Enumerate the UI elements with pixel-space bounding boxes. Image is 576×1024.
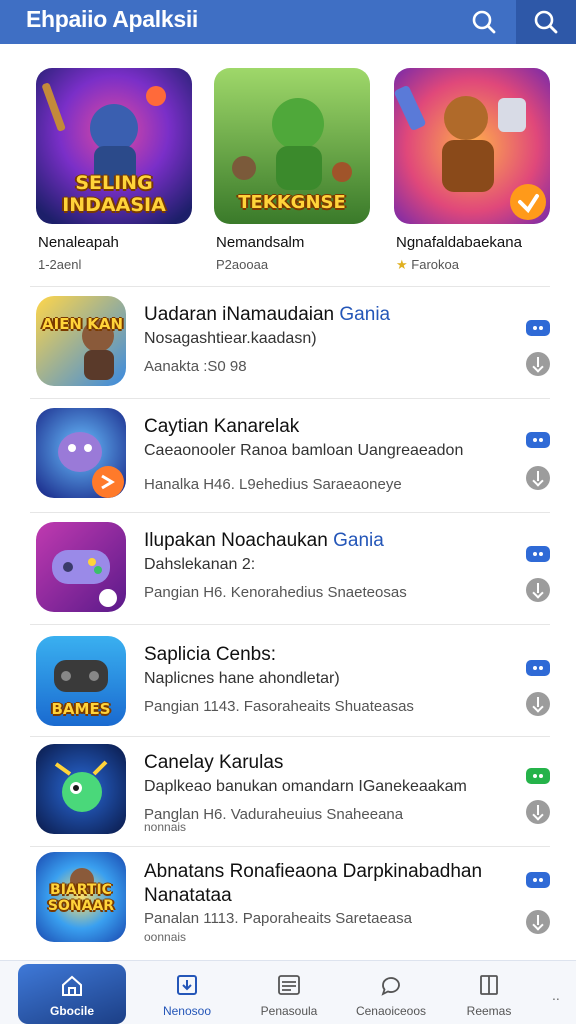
download-icon[interactable] bbox=[526, 578, 550, 602]
more-badge[interactable] bbox=[526, 432, 550, 448]
tab-library[interactable]: Reemas bbox=[434, 961, 544, 1024]
app-meta: Aanakta :S0 98 bbox=[144, 358, 247, 375]
tab-home[interactable]: Gbocile bbox=[18, 964, 126, 1024]
app-icon[interactable]: AIEN KAN bbox=[36, 296, 126, 386]
game-banner: SELING INDAASIA bbox=[62, 172, 166, 216]
app-title: Saplicia Cenbs: bbox=[144, 644, 277, 665]
more-badge[interactable] bbox=[526, 660, 550, 676]
divider bbox=[30, 624, 550, 625]
app-description: Dahslekanan 2: bbox=[144, 556, 256, 573]
home-icon bbox=[62, 975, 82, 996]
download-icon[interactable] bbox=[526, 800, 550, 824]
tab-label: Cenaoiceoos bbox=[355, 1004, 427, 1018]
star-icon: ★ bbox=[396, 257, 408, 272]
divider bbox=[30, 736, 550, 737]
app-icon[interactable]: BAMES bbox=[36, 636, 126, 726]
app-description: Caeaonooler Ranoa bamloan Uangreaeadon bbox=[144, 442, 464, 459]
more-badge[interactable] bbox=[526, 768, 550, 784]
divider bbox=[30, 512, 550, 513]
app-title: Caytian Kanarelak bbox=[144, 416, 300, 437]
app-meta: Pangian 1143. Fasoraheaits Shuateasas bbox=[144, 698, 414, 715]
app-meta: Panalan 1113. Paporaheaits Saretaeasa bbox=[144, 910, 412, 927]
tab-label: Reemas bbox=[466, 1004, 512, 1018]
featured-games: SELING INDAASIA Nenaleapah 1-2aenl TEKKGN… bbox=[0, 62, 576, 282]
game-artwork[interactable] bbox=[394, 68, 550, 224]
app-header: Ehpaiio Apalksii bbox=[0, 0, 576, 44]
tab-label: Gbocile bbox=[49, 1004, 94, 1018]
more-icon[interactable]: .. bbox=[552, 987, 560, 1003]
featured-name: Ngnafaldabaekana bbox=[396, 234, 522, 251]
more-badge[interactable] bbox=[526, 546, 550, 562]
featured-name: Nemandsalm bbox=[216, 234, 305, 251]
search-icon[interactable] bbox=[466, 4, 502, 40]
game-banner: TEKKGNSE bbox=[238, 192, 346, 213]
book-icon bbox=[480, 975, 498, 995]
app-icon[interactable] bbox=[36, 408, 126, 498]
more-badge[interactable] bbox=[526, 872, 550, 888]
app-title: Abnatans Ronafieaona Darpkinabadhan Nanat… bbox=[144, 861, 483, 906]
app-meta: Pangian H6. Kenorahedius Snaeteosas bbox=[144, 584, 407, 601]
store-icon bbox=[177, 975, 197, 995]
app-meta-extra: oonnais bbox=[144, 930, 187, 944]
download-icon[interactable] bbox=[526, 352, 550, 376]
divider bbox=[30, 846, 550, 847]
game-artwork[interactable]: TEKKGNSE bbox=[214, 68, 370, 224]
search-icon[interactable] bbox=[528, 4, 564, 40]
app-icon-text: BAMES bbox=[51, 700, 111, 718]
featured-sub: ★ Farokoa bbox=[396, 257, 459, 272]
app-icon[interactable]: BIARTIC SONAAR bbox=[36, 852, 126, 942]
app-title: Ehpaiio Apalksii bbox=[26, 6, 199, 32]
tab-list[interactable]: Penasoula bbox=[234, 961, 344, 1024]
app-description: Nosagashtiear.kaadasn) bbox=[144, 330, 317, 347]
bottom-navigation: Gbocile Nenosoo Penasoula Cenaoiceoos Re… bbox=[0, 960, 576, 1024]
app-meta-extra: nonnais bbox=[144, 820, 187, 834]
divider bbox=[30, 398, 550, 399]
download-icon[interactable] bbox=[526, 910, 550, 934]
more-badge[interactable] bbox=[526, 320, 550, 336]
app-meta: Hanalka H46. L9ehedius Saraeaoneye bbox=[144, 476, 402, 493]
tab-label: Penasoula bbox=[260, 1004, 318, 1018]
download-icon[interactable] bbox=[526, 692, 550, 716]
app-icon-text: AIEN KAN bbox=[42, 315, 123, 333]
app-icon[interactable] bbox=[36, 522, 126, 612]
app-title: Uadaran iNamaudaian Gania bbox=[144, 304, 391, 325]
game-artwork[interactable]: SELING INDAASIA bbox=[36, 68, 192, 224]
tab-chat[interactable]: Cenaoiceoos bbox=[336, 961, 446, 1024]
divider bbox=[30, 286, 550, 287]
app-title: Ilupakan Noachaukan Gania bbox=[144, 530, 384, 551]
app-description: Daplkeao banukan omandarn IGanekeaakam bbox=[144, 778, 467, 795]
app-description: Naplicnes hane ahondletar) bbox=[144, 670, 340, 687]
app-icon[interactable] bbox=[36, 744, 126, 834]
chat-icon bbox=[381, 977, 400, 996]
featured-sub: P2aooaa bbox=[216, 257, 269, 272]
featured-name: Nenaleapah bbox=[38, 234, 119, 251]
list-icon bbox=[278, 975, 300, 995]
app-icon-text: BIARTIC SONAAR bbox=[47, 882, 115, 914]
tab-store[interactable]: Nenosoo bbox=[132, 961, 242, 1024]
tab-label: Nenosoo bbox=[162, 1004, 212, 1018]
featured-sub: 1-2aenl bbox=[38, 257, 82, 272]
download-icon[interactable] bbox=[526, 466, 550, 490]
app-title: Canelay Karulas bbox=[144, 752, 284, 773]
